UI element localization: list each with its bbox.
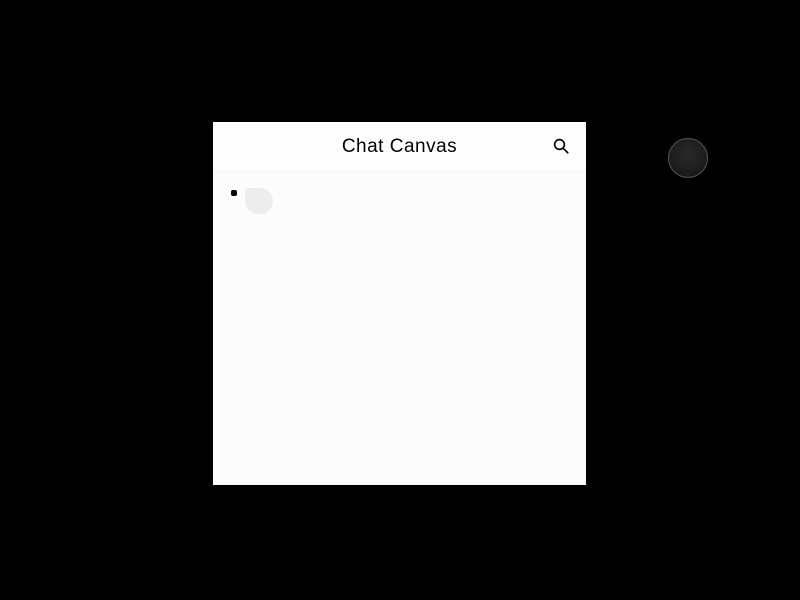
chat-canvas-panel: Chat Canvas (213, 122, 586, 485)
message-row (231, 186, 568, 214)
search-button[interactable] (550, 136, 572, 158)
status-dot (231, 190, 237, 196)
search-icon (552, 137, 570, 158)
canvas-content[interactable] (213, 172, 586, 485)
message-bubble[interactable] (245, 188, 273, 214)
panel-title: Chat Canvas (342, 136, 457, 158)
panel-header: Chat Canvas (213, 122, 586, 172)
floating-action-circle[interactable] (668, 138, 708, 178)
